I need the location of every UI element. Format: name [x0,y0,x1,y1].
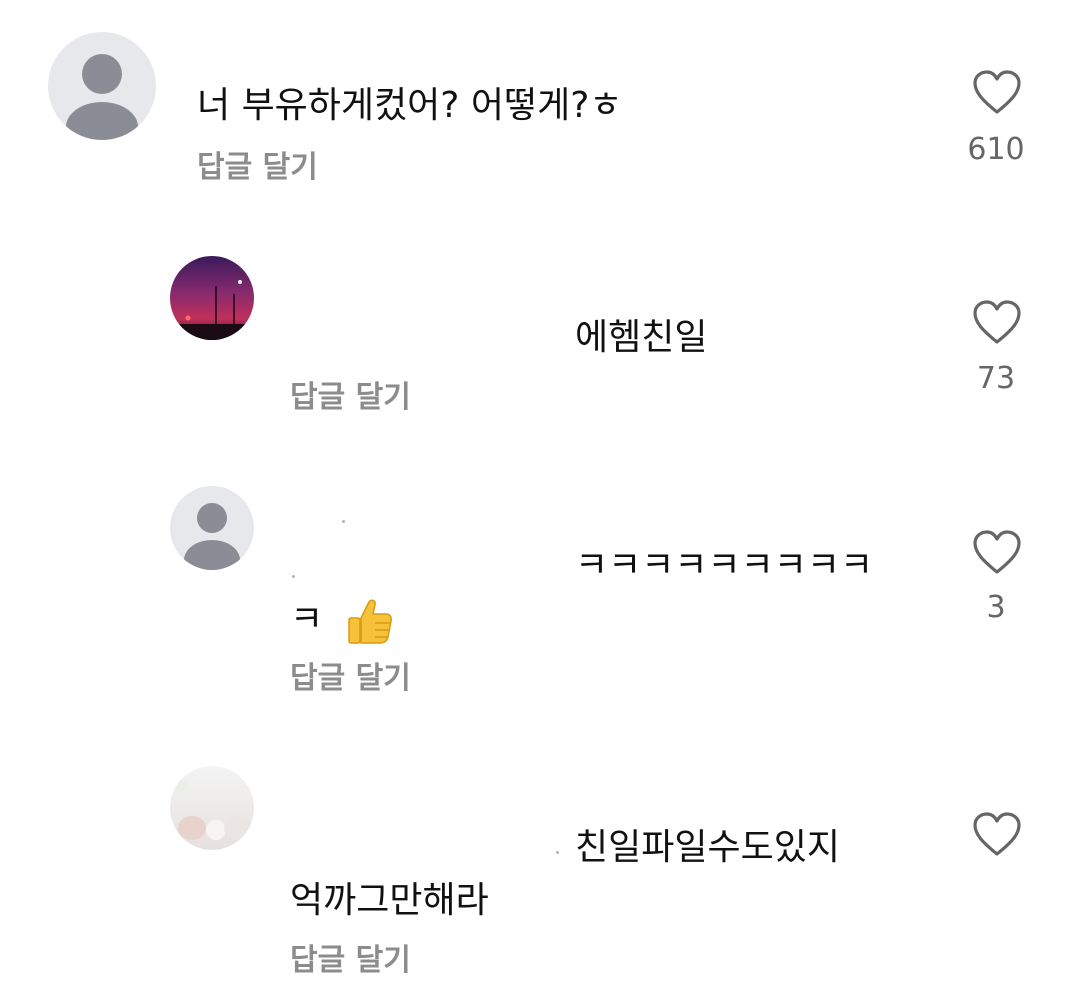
reply-button[interactable]: 답글 달기 [290,661,411,697]
comment-text-line2: ㅋ [290,596,395,646]
user-body-icon [66,102,138,140]
reply-button[interactable]: 답글 달기 [197,150,318,186]
thumbs-up-icon [347,599,392,644]
avatar[interactable] [170,766,254,850]
decorative-dot [556,851,559,854]
user-head-icon [197,503,227,533]
like-count: 73 [976,361,1016,396]
reply-button[interactable]: 답글 달기 [290,943,411,979]
decorative-dot [342,520,345,523]
heart-icon[interactable] [972,70,1022,116]
like-count: 3 [986,590,1006,625]
comment-text: 에헴친일 [575,317,708,358]
like-count: 610 [967,132,1025,167]
sunset-photo [170,256,254,340]
comment-text-line2: 억까그만해라 [290,880,489,921]
comment-text: 친일파일수도있지 [575,827,840,868]
heart-icon[interactable] [972,812,1022,858]
heart-icon[interactable] [972,300,1022,346]
avatar[interactable] [48,32,156,140]
reply-button[interactable]: 답글 달기 [290,380,411,416]
blurred-photo [170,766,254,850]
comment-text: ㅋㅋㅋㅋㅋㅋㅋㅋㅋ [575,545,874,586]
avatar[interactable] [170,486,254,570]
avatar[interactable] [170,256,254,340]
comment-text: ㅋ [290,599,324,640]
user-body-icon [184,540,240,570]
heart-icon[interactable] [972,530,1022,576]
decorative-dot [292,575,295,578]
user-head-icon [82,54,122,94]
comment-text: 너 부유하게컸어? 어떻게?ㅎ [197,85,623,126]
